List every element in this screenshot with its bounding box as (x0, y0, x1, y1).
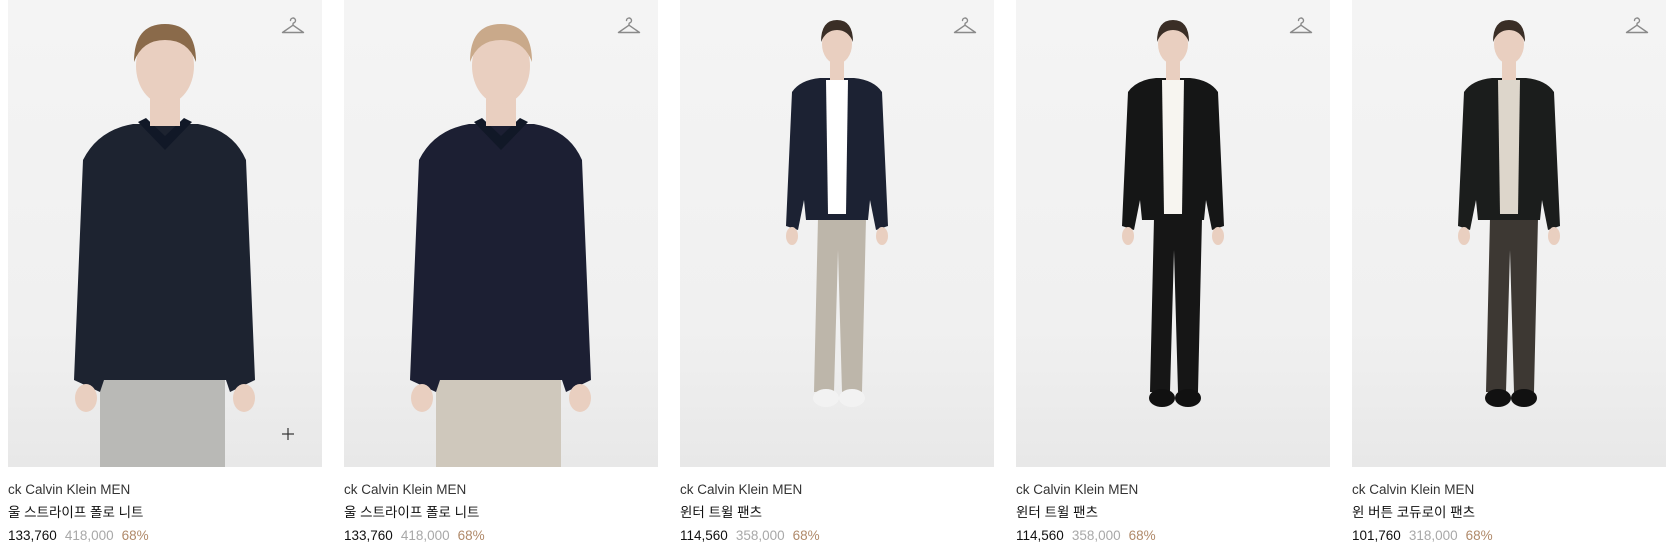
sale-price: 114,560 (680, 528, 728, 543)
original-price: 358,000 (735, 528, 785, 543)
original-price: 318,000 (1408, 528, 1458, 543)
price-row: 114,560 358,000 68% (1016, 526, 1330, 546)
original-price: 418,000 (400, 528, 450, 543)
product-card[interactable]: ck Calvin Klein MEN 울 스트라이프 폴로 니트 133,76… (8, 0, 322, 546)
product-card[interactable]: ck Calvin Klein MEN 울 스트라이프 폴로 니트 133,76… (344, 0, 658, 546)
original-price: 418,000 (64, 528, 114, 543)
product-name[interactable]: 윈터 트윌 팬츠 (680, 503, 994, 523)
discount-rate: 68% (792, 528, 820, 543)
product-image[interactable] (680, 0, 994, 467)
model-photo (410, 24, 591, 467)
original-price: 358,000 (1071, 528, 1121, 543)
price-row: 133,760 418,000 68% (344, 526, 658, 546)
product-info: ck Calvin Klein MEN 울 스트라이프 폴로 니트 133,76… (344, 467, 658, 546)
discount-rate: 68% (1128, 528, 1156, 543)
sale-price: 101,760 (1352, 528, 1401, 543)
product-image[interactable] (344, 0, 658, 467)
product-image[interactable] (1016, 0, 1330, 467)
product-brand[interactable]: ck Calvin Klein MEN (680, 480, 994, 500)
product-image[interactable] (1352, 0, 1666, 467)
product-brand[interactable]: ck Calvin Klein MEN (344, 480, 658, 500)
product-brand[interactable]: ck Calvin Klein MEN (1352, 480, 1666, 500)
product-brand[interactable]: ck Calvin Klein MEN (1016, 480, 1330, 500)
sale-price: 133,760 (344, 528, 393, 543)
product-info: ck Calvin Klein MEN 윈터 트윌 팬츠 114,560 358,… (1016, 467, 1330, 546)
product-card[interactable]: ck Calvin Klein MEN 윈터 트윌 팬츠 114,560 358,… (1016, 0, 1330, 546)
hanger-icon[interactable] (1288, 14, 1314, 40)
product-brand[interactable]: ck Calvin Klein MEN (8, 480, 322, 500)
product-info: ck Calvin Klein MEN 윈터 트윌 팬츠 114,560 358,… (680, 467, 994, 546)
hanger-icon[interactable] (952, 14, 978, 40)
discount-rate: 68% (1465, 528, 1493, 543)
hanger-icon[interactable] (280, 14, 306, 40)
discount-rate: 68% (457, 528, 485, 543)
model-photo (1122, 20, 1224, 407)
product-name[interactable]: 윈 버튼 코듀로이 팬츠 (1352, 503, 1666, 523)
product-name[interactable]: 울 스트라이프 폴로 니트 (344, 503, 658, 523)
sale-price: 133,760 (8, 528, 57, 543)
hanger-icon[interactable] (1624, 14, 1650, 40)
sale-price: 114,560 (1016, 528, 1064, 543)
product-image[interactable] (8, 0, 322, 467)
model-photo (74, 24, 255, 467)
product-grid: ck Calvin Klein MEN 울 스트라이프 폴로 니트 133,76… (8, 0, 1666, 546)
plus-icon[interactable] (280, 426, 296, 442)
product-name[interactable]: 울 스트라이프 폴로 니트 (8, 503, 322, 523)
product-info: ck Calvin Klein MEN 윈 버튼 코듀로이 팬츠 101,760… (1352, 467, 1666, 546)
model-photo (786, 20, 888, 407)
product-card[interactable]: ck Calvin Klein MEN 윈 버튼 코듀로이 팬츠 101,760… (1352, 0, 1666, 546)
product-card[interactable]: ck Calvin Klein MEN 윈터 트윌 팬츠 114,560 358,… (680, 0, 994, 546)
model-photo (1458, 20, 1560, 407)
hanger-icon[interactable] (616, 14, 642, 40)
price-row: 114,560 358,000 68% (680, 526, 994, 546)
price-row: 101,760 318,000 68% (1352, 526, 1666, 546)
product-name[interactable]: 윈터 트윌 팬츠 (1016, 503, 1330, 523)
product-info: ck Calvin Klein MEN 울 스트라이프 폴로 니트 133,76… (8, 467, 322, 546)
price-row: 133,760 418,000 68% (8, 526, 322, 546)
discount-rate: 68% (121, 528, 149, 543)
